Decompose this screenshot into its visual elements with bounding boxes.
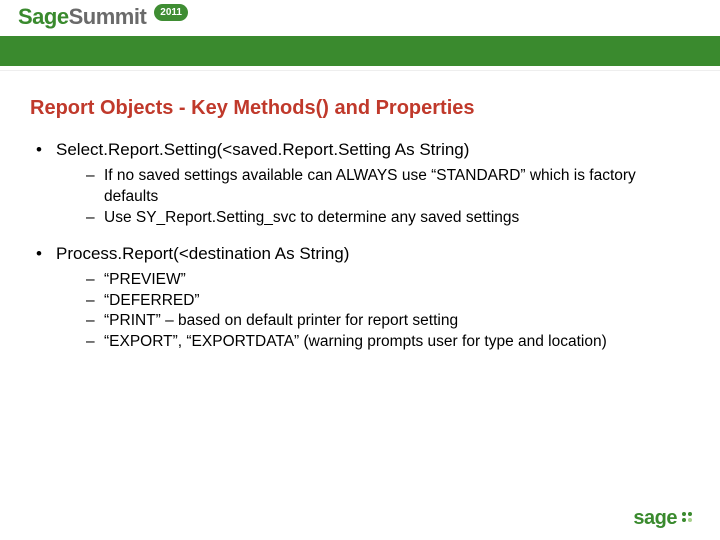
sub-list-item-text: “PREVIEW” bbox=[104, 271, 186, 288]
header: SageSummit 2011 bbox=[0, 0, 720, 68]
content: Report Objects - Key Methods() and Prope… bbox=[0, 68, 720, 353]
sub-list-item: Use SY_Report.Setting_svc to determine a… bbox=[86, 208, 690, 229]
header-green-band bbox=[0, 36, 720, 66]
divider bbox=[0, 70, 720, 71]
bullet-list: Select.Report.Setting(<saved.Report.Sett… bbox=[30, 139, 690, 353]
brand-first: Sage bbox=[18, 4, 69, 29]
year-badge: 2011 bbox=[154, 2, 188, 20]
footer-dots-icon bbox=[680, 510, 698, 528]
sub-list-item: “PREVIEW” bbox=[86, 270, 690, 291]
sub-list-item-text: “EXPORT”, “EXPORTDATA” (warning prompts … bbox=[104, 333, 607, 350]
year-badge-text: 2011 bbox=[154, 4, 188, 21]
sub-list-item: “EXPORT”, “EXPORTDATA” (warning prompts … bbox=[86, 332, 690, 353]
header-logo: SageSummit 2011 bbox=[18, 4, 188, 30]
sub-list-item-text: “DEFERRED” bbox=[104, 292, 200, 309]
sub-list-item: If no saved settings available can ALWAY… bbox=[86, 166, 690, 208]
sub-list: If no saved settings available can ALWAY… bbox=[56, 166, 690, 229]
sub-list-item-text: Use SY_Report.Setting_svc to determine a… bbox=[104, 209, 519, 226]
sub-list-item-text: “PRINT” – based on default printer for r… bbox=[104, 312, 458, 329]
sub-list: “PREVIEW” “DEFERRED” “PRINT” – based on … bbox=[56, 270, 690, 354]
brand-second: Summit bbox=[69, 4, 147, 29]
slide-title: Report Objects - Key Methods() and Prope… bbox=[30, 96, 690, 121]
brand-text: SageSummit bbox=[18, 4, 146, 30]
list-item-text: Select.Report.Setting(<saved.Report.Sett… bbox=[56, 140, 469, 159]
sub-list-item-text: If no saved settings available can ALWAY… bbox=[104, 167, 636, 205]
slide: SageSummit 2011 Report Objects - Key Met… bbox=[0, 0, 720, 540]
sub-list-item: “DEFERRED” bbox=[86, 291, 690, 312]
list-item: Process.Report(<destination As String) “… bbox=[36, 243, 690, 354]
sub-list-item: “PRINT” – based on default printer for r… bbox=[86, 311, 690, 332]
list-item: Select.Report.Setting(<saved.Report.Sett… bbox=[36, 139, 690, 229]
list-item-text: Process.Report(<destination As String) bbox=[56, 244, 349, 263]
footer-brand-text: sage bbox=[633, 507, 677, 530]
footer-logo: sage bbox=[633, 507, 698, 530]
